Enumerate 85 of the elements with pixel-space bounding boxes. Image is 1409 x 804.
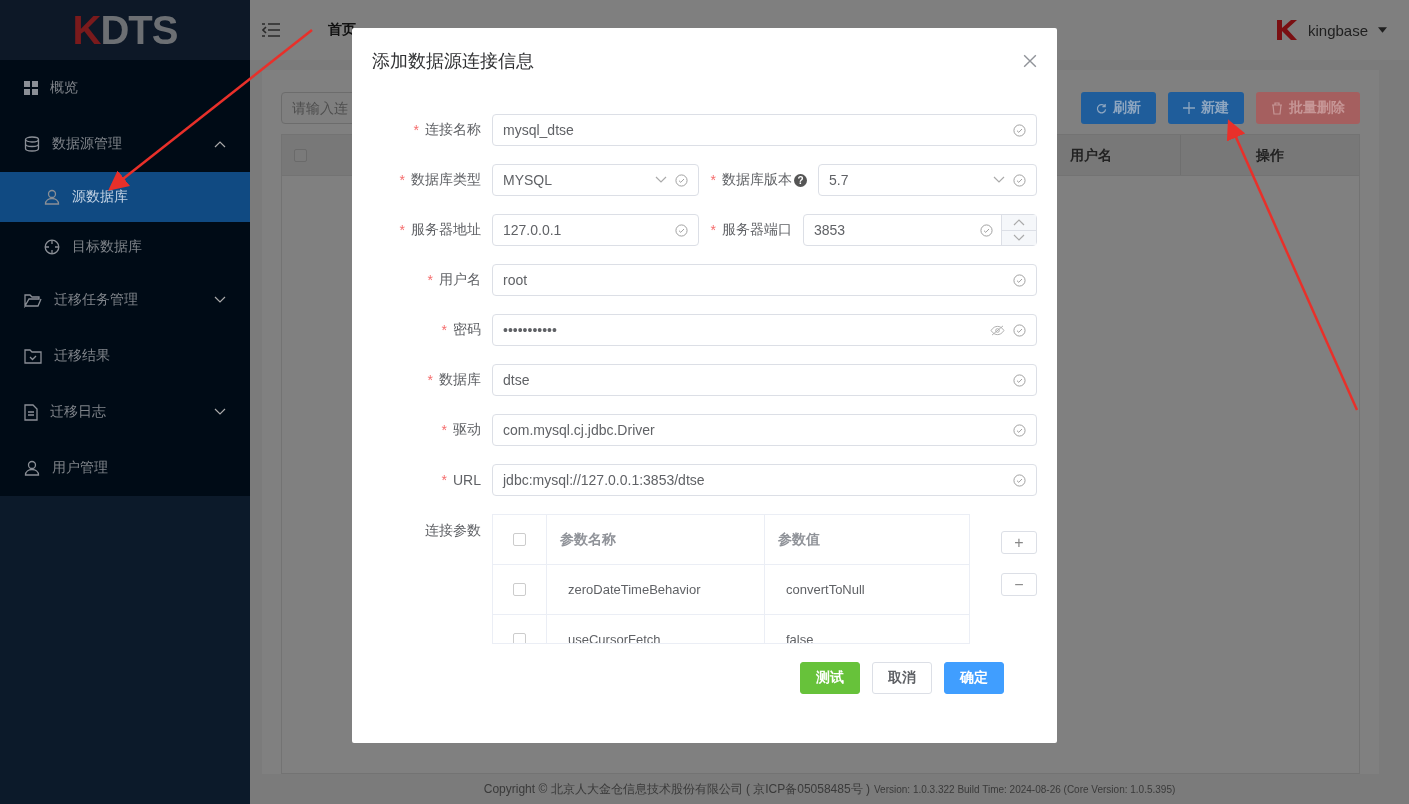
label-text: URL: [453, 472, 481, 488]
cancel-button[interactable]: 取消: [872, 662, 932, 694]
check-circle-icon: [980, 223, 993, 237]
add-row-button[interactable]: +: [1001, 531, 1037, 554]
sidebar-item[interactable]: 迁移日志: [0, 384, 250, 440]
input-field[interactable]: jdbc:mysql://127.0.0.1:3853/dtse: [492, 464, 1037, 496]
label-text: 连接名称: [425, 121, 481, 139]
user-icon: [44, 189, 60, 205]
table-cell-text: zeroDateTimeBehavior: [567, 582, 701, 597]
column-header: 参数值: [777, 530, 820, 549]
check-circle-icon: [1013, 123, 1026, 137]
check-circle-icon: [1013, 423, 1026, 437]
folder-icon: [24, 292, 42, 308]
required-mark: *: [710, 222, 716, 238]
label-text: 密码: [453, 321, 481, 339]
check-circle-icon: [1013, 273, 1026, 287]
trash-icon: [1271, 101, 1283, 115]
required-mark: *: [427, 272, 433, 288]
chevron-down-icon: [214, 296, 226, 304]
label-text: 服务器地址: [411, 221, 481, 239]
grid-icon: [24, 81, 38, 95]
chevron-down-icon: [993, 176, 1005, 184]
select-field[interactable]: 5.7: [817, 164, 1037, 196]
required-mark: *: [441, 472, 447, 488]
required-mark: *: [413, 122, 419, 138]
database-icon: [24, 136, 40, 152]
check-circle-icon: [1013, 373, 1026, 387]
required-mark: *: [710, 172, 716, 188]
user-icon: [24, 460, 40, 476]
input-field[interactable]: mysql_dtse: [492, 114, 1037, 146]
sidebar-item[interactable]: 迁移结果: [0, 328, 250, 384]
required-mark: *: [399, 172, 405, 188]
sidebar-item[interactable]: 数据源管理: [0, 116, 250, 172]
required-mark: *: [399, 222, 405, 238]
field-label: 连接参数: [424, 521, 481, 540]
check-circle-icon: [674, 173, 688, 187]
sidebar-item[interactable]: 迁移任务管理: [0, 272, 250, 328]
required-mark: *: [427, 372, 433, 388]
label-text: 驱动: [453, 421, 481, 439]
select-field[interactable]: MYSQL: [492, 164, 699, 196]
chevron-down-icon: [214, 408, 226, 416]
table-cell-text: convertToNull: [785, 582, 865, 597]
check-circle-icon: [1013, 323, 1026, 337]
sidebar-item[interactable]: 概览: [0, 60, 250, 116]
label-text: 数据库: [439, 371, 481, 389]
help-icon[interactable]: ?: [793, 173, 807, 187]
folder-check-icon: [24, 348, 42, 364]
required-mark: *: [441, 322, 447, 338]
caret-icon[interactable]: [1378, 27, 1387, 33]
chevron-up-icon: [1013, 218, 1025, 227]
user-menu[interactable]: kingbase: [1307, 21, 1368, 39]
chevron-down-icon: [654, 176, 667, 184]
input-field[interactable]: dtse: [492, 364, 1037, 396]
plus-icon: [1183, 102, 1195, 114]
close-icon[interactable]: [1023, 54, 1037, 68]
label-text: 数据库类型: [411, 171, 481, 189]
eye-slash-icon[interactable]: [990, 324, 1005, 336]
input-field[interactable]: com.mysql.cj.jdbc.Driver: [492, 414, 1037, 446]
required-mark: *: [441, 422, 447, 438]
menu-icon[interactable]: [262, 23, 280, 37]
file-icon: [24, 403, 38, 421]
check-circle-icon: [674, 223, 688, 237]
label-text: 用户名: [439, 271, 481, 289]
sidebar-item[interactable]: 源数据库: [0, 172, 250, 222]
sidebar-item[interactable]: 用户管理: [0, 440, 250, 496]
input-field[interactable]: root: [492, 264, 1037, 296]
chevron-down-icon: [1013, 233, 1025, 242]
input-field[interactable]: 3853: [802, 214, 1037, 246]
chevron-up-icon: [214, 140, 226, 148]
label-text: 数据库版本: [721, 171, 792, 189]
label-text: 服务器端口: [721, 221, 792, 239]
sidebar-item[interactable]: 目标数据库: [0, 222, 250, 272]
refresh-icon: [1096, 102, 1107, 114]
copyright-text: Copyright © 北京人大金仓信息技术股份有限公司 ( 京ICP备05058485号 ): [483, 780, 870, 798]
target-icon: [44, 239, 60, 255]
number-stepper[interactable]: [1001, 215, 1036, 245]
check-circle-icon: [1013, 173, 1026, 187]
check-circle-icon: [1013, 473, 1026, 487]
input-field[interactable]: 127.0.0.1: [492, 214, 699, 246]
column-header: 操作: [1180, 135, 1359, 175]
dialog-title: 添加数据源连接信息: [372, 50, 534, 73]
input-field[interactable]: •••••••••••: [492, 314, 1037, 346]
version-text: Version: 1.0.3.322 Build Time: 2024-08-26 (Core Version: 1.0.5.395): [874, 783, 1176, 795]
remove-row-button[interactable]: −: [1001, 573, 1037, 596]
column-header: 参数名称: [559, 530, 616, 549]
